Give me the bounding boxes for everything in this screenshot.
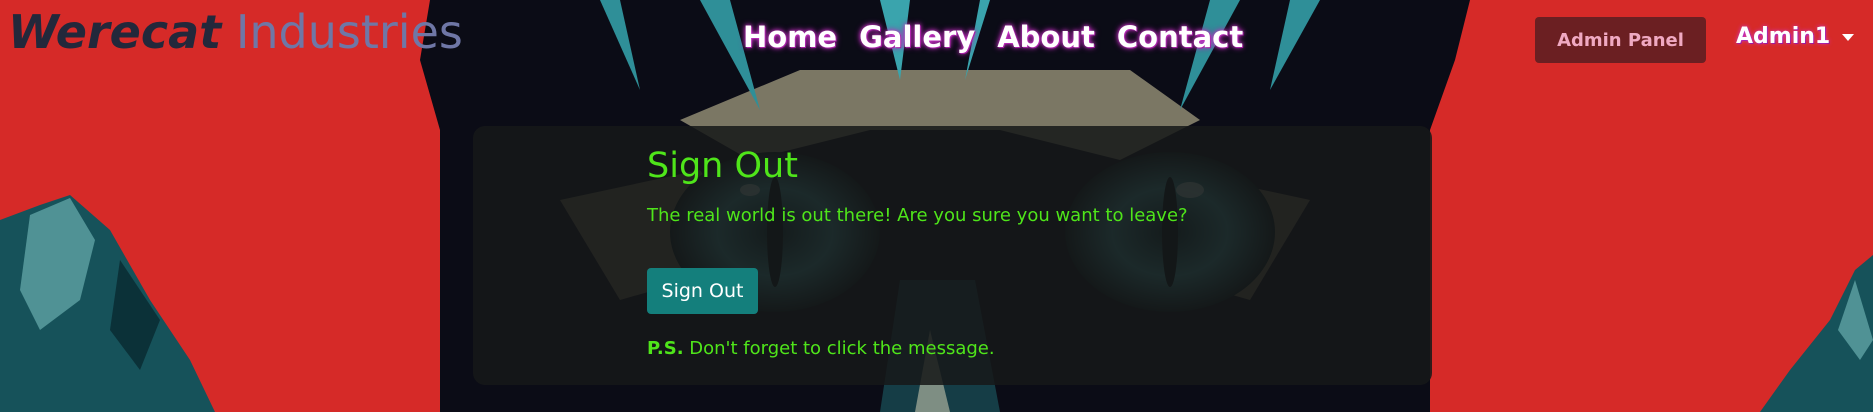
admin-panel-button[interactable]: Admin Panel [1535, 17, 1706, 63]
brand-name-primary: Werecat [8, 5, 222, 59]
user-menu-dropdown[interactable]: Admin1 [1736, 24, 1855, 49]
page: Werecat Industries Home Gallery About Co… [0, 0, 1873, 412]
ps-text: Don't forget to click the message. [683, 338, 995, 359]
ps-label: P.S. [647, 338, 684, 359]
brand-logo[interactable]: Werecat Industries [8, 4, 463, 60]
sign-out-button[interactable]: Sign Out [647, 268, 758, 314]
nav-link-contact[interactable]: Contact [1117, 20, 1243, 54]
nav-link-gallery[interactable]: Gallery [859, 20, 975, 54]
brand-name-secondary: Industries [235, 5, 463, 59]
sign-out-message: The real world is out there! Are you sur… [647, 205, 1188, 226]
ps-message[interactable]: P.S. Don't forget to click the message. [647, 338, 995, 359]
sign-out-card-content: Sign Out The real world is out there! Ar… [647, 144, 1188, 228]
page-title: Sign Out [647, 146, 798, 186]
nav-link-home[interactable]: Home [743, 20, 837, 54]
caret-down-icon [1842, 34, 1855, 41]
nav-link-about[interactable]: About [997, 20, 1095, 54]
sign-out-card: Sign Out The real world is out there! Ar… [473, 126, 1432, 385]
main-nav: Home Gallery About Contact [743, 20, 1243, 54]
username-label: Admin1 [1736, 24, 1831, 49]
